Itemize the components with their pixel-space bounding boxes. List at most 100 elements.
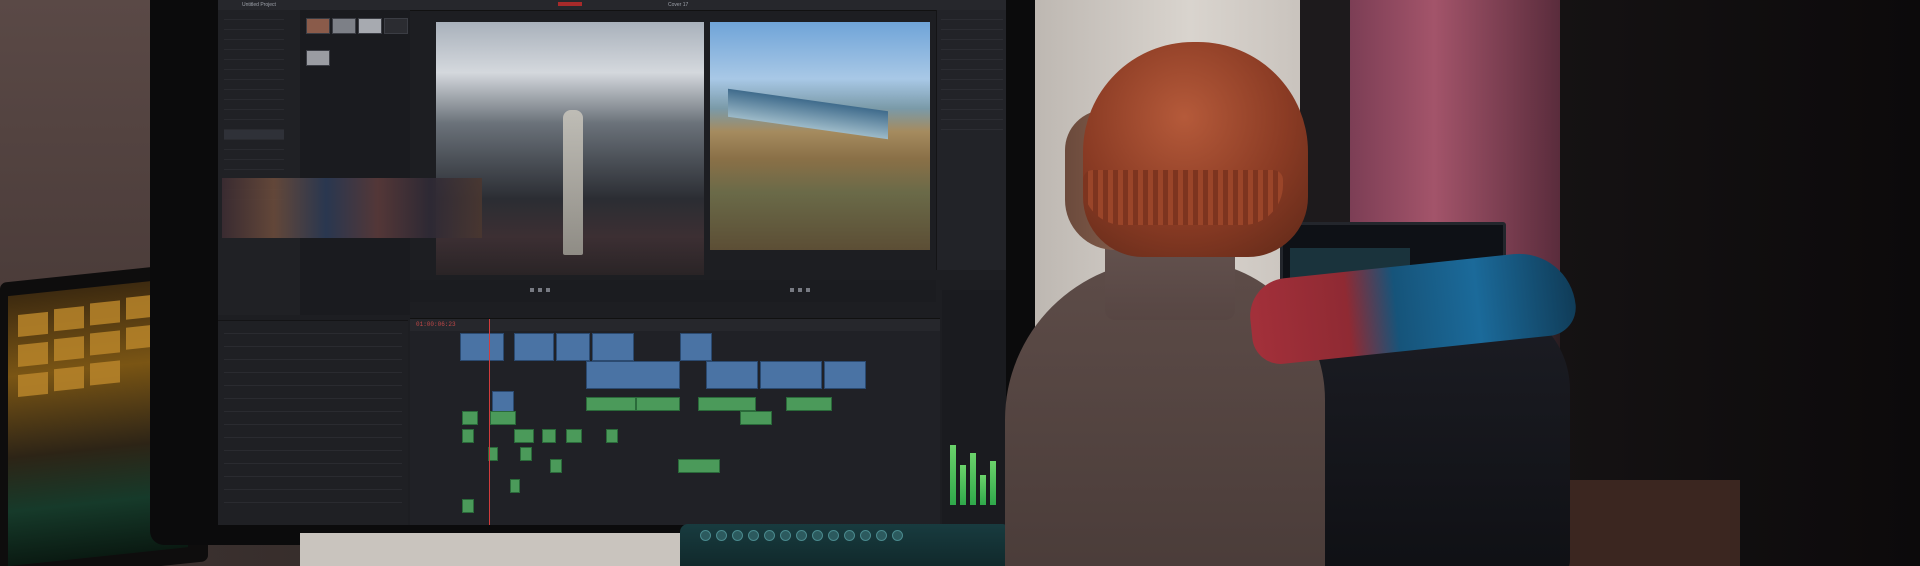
inspector-row[interactable] xyxy=(941,50,1003,60)
audio-clip[interactable] xyxy=(490,411,516,425)
audio-clip[interactable] xyxy=(606,429,618,443)
effects-item[interactable] xyxy=(224,451,402,464)
inspector-row[interactable] xyxy=(941,80,1003,90)
inspector-row[interactable] xyxy=(941,20,1003,30)
audio-clip[interactable] xyxy=(786,397,832,411)
video-clip[interactable] xyxy=(824,361,866,389)
effects-item[interactable] xyxy=(224,321,402,334)
audio-clip[interactable] xyxy=(462,429,474,443)
video-clip[interactable] xyxy=(706,361,758,389)
inspector-row[interactable] xyxy=(941,40,1003,50)
bin-item[interactable] xyxy=(224,70,284,80)
bin-item-selected[interactable] xyxy=(224,130,284,140)
keyboard-key xyxy=(892,530,903,541)
effects-item[interactable] xyxy=(224,412,402,425)
keyboard-key xyxy=(700,530,711,541)
audio-clip[interactable] xyxy=(740,411,772,425)
forward-icon[interactable] xyxy=(546,288,550,292)
video-clip[interactable] xyxy=(592,333,634,361)
bin-item[interactable] xyxy=(224,30,284,40)
inspector-row[interactable] xyxy=(941,10,1003,20)
status-badge xyxy=(558,2,582,6)
inspector-row[interactable] xyxy=(941,70,1003,80)
inspector-row[interactable] xyxy=(941,30,1003,40)
audio-clip[interactable] xyxy=(678,459,720,473)
video-clip[interactable] xyxy=(460,333,504,361)
keyboard-key xyxy=(876,530,887,541)
effects-item[interactable] xyxy=(224,464,402,477)
audio-clip[interactable] xyxy=(636,397,680,411)
rewind-icon[interactable] xyxy=(530,288,534,292)
bin-item[interactable] xyxy=(224,80,284,90)
bin-item[interactable] xyxy=(224,90,284,100)
bin-item[interactable] xyxy=(224,50,284,60)
laptop-thumbnail xyxy=(18,311,48,338)
media-clip-thumbnail[interactable] xyxy=(358,18,382,34)
timecode: 01:00:06:23 xyxy=(416,321,456,328)
effects-item[interactable] xyxy=(224,386,402,399)
rewind-icon[interactable] xyxy=(790,288,794,292)
effects-item[interactable] xyxy=(224,334,402,347)
inspector-row[interactable] xyxy=(941,110,1003,120)
inspector-row[interactable] xyxy=(941,120,1003,130)
bin-item[interactable] xyxy=(224,20,284,30)
effects-item[interactable] xyxy=(224,490,402,503)
bin-item[interactable] xyxy=(224,150,284,160)
bin-item[interactable] xyxy=(224,120,284,130)
desk-surface xyxy=(300,533,680,566)
media-pool xyxy=(300,10,410,315)
meter-bar xyxy=(970,453,976,505)
effects-item[interactable] xyxy=(224,425,402,438)
keyboard-key xyxy=(812,530,823,541)
effects-item[interactable] xyxy=(224,360,402,373)
play-icon[interactable] xyxy=(798,288,802,292)
bin-item[interactable] xyxy=(224,140,284,150)
inspector-row[interactable] xyxy=(941,60,1003,70)
meter-bar xyxy=(950,445,956,505)
keyboard-key xyxy=(764,530,775,541)
bin-item[interactable] xyxy=(224,60,284,70)
bin-item[interactable] xyxy=(224,110,284,120)
video-clip[interactable] xyxy=(514,333,554,361)
video-clip[interactable] xyxy=(586,361,680,389)
bin-item[interactable] xyxy=(224,40,284,50)
audio-clip[interactable] xyxy=(462,411,478,425)
effects-item[interactable] xyxy=(224,477,402,490)
effects-item[interactable] xyxy=(224,373,402,386)
laptop-thumbnail xyxy=(18,341,48,368)
effects-item[interactable] xyxy=(224,399,402,412)
audio-clip[interactable] xyxy=(566,429,582,443)
laptop-thumbnail xyxy=(90,330,120,356)
play-icon[interactable] xyxy=(538,288,542,292)
video-clip[interactable] xyxy=(760,361,822,389)
audio-clip[interactable] xyxy=(698,397,756,411)
audio-clip[interactable] xyxy=(550,459,562,473)
bin-item[interactable] xyxy=(224,160,284,170)
viewer-subject xyxy=(563,110,583,255)
video-clip[interactable] xyxy=(680,333,712,361)
timeline-viewer[interactable] xyxy=(710,22,930,250)
effects-item[interactable] xyxy=(224,438,402,451)
media-clip-thumbnail[interactable] xyxy=(306,50,330,66)
editor-screen: Untitled Project Cover 17 01:00:06:23 xyxy=(218,0,1006,525)
audio-clip[interactable] xyxy=(586,397,636,411)
audio-clip[interactable] xyxy=(542,429,556,443)
playhead[interactable] xyxy=(489,319,490,525)
timeline[interactable]: 01:00:06:23 xyxy=(410,318,940,525)
effects-item[interactable] xyxy=(224,347,402,360)
audio-clip[interactable] xyxy=(520,447,532,461)
audio-clip[interactable] xyxy=(462,499,474,513)
photo-scene: Untitled Project Cover 17 01:00:06:23 xyxy=(0,0,1920,566)
inspector-row[interactable] xyxy=(941,100,1003,110)
media-clip-thumbnail[interactable] xyxy=(384,18,408,34)
bin-item[interactable] xyxy=(224,10,284,20)
inspector-panel xyxy=(936,10,1006,270)
audio-clip[interactable] xyxy=(514,429,534,443)
media-clip-thumbnail[interactable] xyxy=(332,18,356,34)
forward-icon[interactable] xyxy=(806,288,810,292)
inspector-row[interactable] xyxy=(941,90,1003,100)
media-clip-thumbnail[interactable] xyxy=(306,18,330,34)
video-clip[interactable] xyxy=(556,333,590,361)
bin-item[interactable] xyxy=(224,100,284,110)
audio-clip[interactable] xyxy=(510,479,520,493)
